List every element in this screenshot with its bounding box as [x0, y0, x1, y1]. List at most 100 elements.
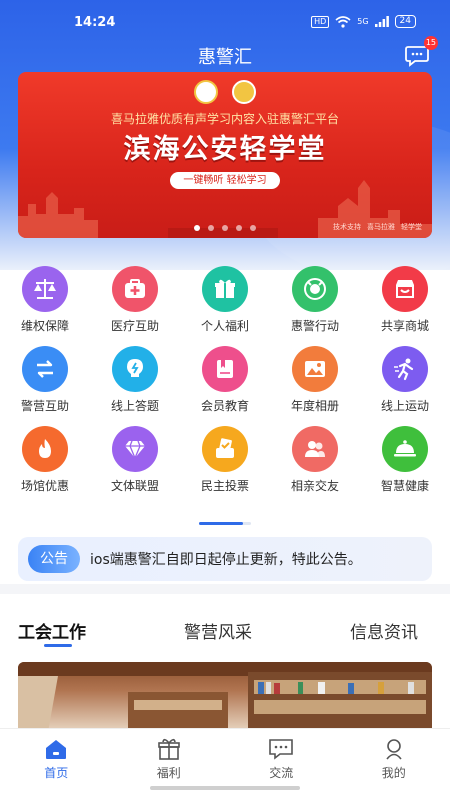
grid-item-welfare[interactable]: 个人福利 — [180, 266, 270, 346]
photo-icon — [292, 346, 338, 392]
promo-banner[interactable]: 喜马拉雅优质有声学习内容入驻惠警汇平台 滨海公安轻学堂 一键畅听 轻松学习 技术… — [18, 72, 432, 238]
grid-item-dating[interactable]: 相亲交友 — [270, 426, 360, 506]
tab-union-work[interactable]: 工会工作 — [18, 618, 86, 643]
announcement-text: ios端惠警汇自即日起停止更新，特此公告。 — [90, 552, 362, 568]
banner-dot[interactable] — [236, 225, 242, 231]
running-icon — [382, 346, 428, 392]
grid-item-vote[interactable]: 民主投票 — [180, 426, 270, 506]
tab-police-style[interactable]: 警营风采 — [184, 618, 252, 643]
grid-row: 场馆优惠 文体联盟 民主投票 相亲交友 智慧健康 — [0, 426, 450, 506]
announcement-tag: 公告 — [28, 545, 80, 573]
active-tab-underline — [44, 644, 72, 647]
grid-label: 维权保障 — [20, 319, 69, 333]
police-emblem-icon — [292, 266, 338, 312]
grid-page-indicator-active — [199, 522, 243, 525]
network-label: 5G — [357, 17, 369, 26]
grid-item-album[interactable]: 年度相册 — [270, 346, 360, 426]
banner-dot[interactable] — [208, 225, 214, 231]
police-emblem-icon — [194, 80, 218, 104]
grid-label: 惠警行动 — [290, 319, 339, 333]
grid-item-mutual-aid[interactable]: 警营互助 — [0, 346, 90, 426]
library-illustration — [18, 662, 432, 732]
grid-row: 警营互助 线上答题 会员教育 年度相册 线上运动 — [0, 346, 450, 426]
flame-icon — [22, 426, 68, 472]
people-icon — [292, 426, 338, 472]
vote-icon — [202, 426, 248, 472]
grid-item-culture[interactable]: 文体联盟 — [90, 426, 180, 506]
nav-welfare[interactable]: 福利 — [113, 729, 226, 784]
wifi-icon — [335, 15, 351, 28]
gift-icon — [202, 266, 248, 312]
banner-emblems — [18, 80, 432, 104]
grid-item-action[interactable]: 惠警行动 — [270, 266, 360, 346]
bottom-navigation: 首页 福利 交流 我的 — [0, 728, 450, 784]
grid-item-rights[interactable]: 维权保障 — [0, 266, 90, 346]
banner-dot[interactable] — [250, 225, 256, 231]
news-tabs: 工会工作 警营风采 信息资讯 — [0, 614, 450, 654]
grid-item-sports[interactable]: 线上运动 — [360, 346, 450, 426]
grid-label: 智慧健康 — [380, 479, 429, 493]
message-button[interactable]: 15 — [404, 36, 438, 70]
status-bar: 14:24 HD 5G 24 — [0, 0, 450, 40]
grid-item-mall[interactable]: 共享商城 — [360, 266, 450, 346]
banner-pagination — [18, 225, 432, 231]
nav-label: 首页 — [44, 766, 69, 780]
grid-label: 医疗互助 — [110, 319, 159, 333]
diamond-icon — [112, 426, 158, 472]
title-bar: 惠警汇 15 — [0, 36, 450, 70]
shop-icon — [382, 266, 428, 312]
food-cover-icon — [382, 426, 428, 472]
grid-label: 警营互助 — [20, 399, 69, 413]
signal-icon — [374, 16, 389, 27]
grid-label: 年度相册 — [290, 399, 339, 413]
announcement-bar[interactable]: 公告 ios端惠警汇自即日起停止更新，特此公告。 — [18, 537, 432, 581]
grid-item-quiz[interactable]: 线上答题 — [90, 346, 180, 426]
function-grid: 维权保障 医疗互助 个人福利 惠警行动 共享商城 警营互助 线上答题 会员教育 … — [0, 266, 450, 506]
battery-indicator: 24 — [394, 15, 416, 28]
grid-label: 线上运动 — [380, 399, 429, 413]
union-emblem-icon — [232, 80, 256, 104]
grid-item-education[interactable]: 会员教育 — [180, 346, 270, 426]
lightbulb-icon — [112, 346, 158, 392]
app-title: 惠警汇 — [198, 47, 252, 68]
medical-kit-icon — [112, 266, 158, 312]
home-indicator[interactable] — [150, 786, 300, 790]
grid-label: 线上答题 — [110, 399, 159, 413]
banner-dot[interactable] — [222, 225, 228, 231]
user-icon — [386, 739, 402, 760]
nav-label: 福利 — [156, 766, 181, 780]
grid-page-indicator — [199, 522, 251, 525]
gift-icon — [157, 738, 180, 760]
nav-label: 交流 — [269, 766, 294, 780]
grid-label: 民主投票 — [200, 479, 249, 493]
banner-headline: 滨海公安轻学堂 — [123, 134, 327, 165]
chat-icon — [269, 739, 294, 760]
tab-news[interactable]: 信息资讯 — [350, 618, 418, 643]
nav-label: 我的 — [381, 766, 406, 780]
home-icon — [46, 740, 67, 759]
nav-chat[interactable]: 交流 — [225, 729, 338, 784]
nav-home[interactable]: 首页 — [0, 729, 113, 784]
exchange-icon — [22, 346, 68, 392]
banner-subtitle: 喜马拉雅优质有声学习内容入驻惠警汇平台 — [110, 112, 339, 126]
grid-label: 相亲交友 — [290, 479, 339, 493]
grid-label: 场馆优惠 — [20, 479, 69, 493]
status-time: 14:24 — [74, 15, 116, 30]
status-indicators: HD 5G 24 — [311, 15, 416, 28]
banner-dot[interactable] — [194, 225, 200, 231]
article-image[interactable] — [18, 662, 432, 732]
grid-label: 文体联盟 — [110, 479, 159, 493]
grid-label: 个人福利 — [200, 319, 249, 333]
nav-mine[interactable]: 我的 — [338, 729, 450, 784]
hd-badge: HD — [311, 15, 330, 28]
grid-item-health[interactable]: 智慧健康 — [360, 426, 450, 506]
grid-row: 维权保障 医疗互助 个人福利 惠警行动 共享商城 — [0, 266, 450, 346]
grid-item-medical[interactable]: 医疗互助 — [90, 266, 180, 346]
grid-item-venue[interactable]: 场馆优惠 — [0, 426, 90, 506]
grid-label: 共享商城 — [380, 319, 429, 333]
book-icon — [202, 346, 248, 392]
scales-icon — [22, 266, 68, 312]
grid-label: 会员教育 — [200, 399, 249, 413]
message-count-badge: 15 — [423, 36, 438, 50]
section-divider — [0, 584, 450, 594]
